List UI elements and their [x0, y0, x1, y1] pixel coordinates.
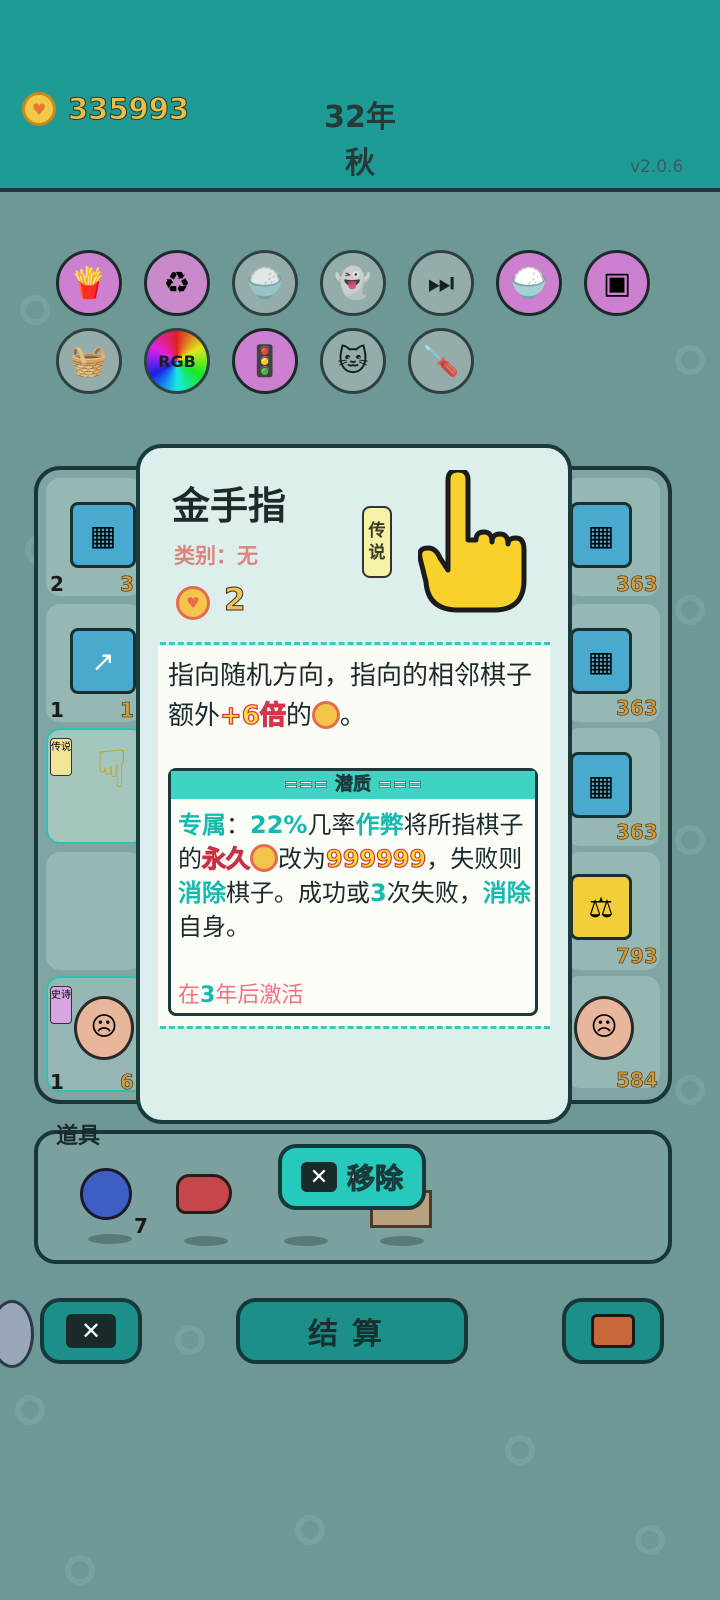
skip-icon[interactable]: ⏭	[408, 250, 474, 316]
old-man-icon[interactable]: ☹	[574, 996, 634, 1060]
percent-text: 22%	[250, 811, 308, 839]
remove-button-label: 移除	[346, 1162, 403, 1196]
pointing-hand-icon	[418, 470, 527, 613]
multiplier-text: +6倍	[219, 700, 286, 731]
settle-button[interactable]: 结算	[236, 1298, 468, 1364]
liver-icon[interactable]	[176, 1174, 232, 1214]
stock-chart-icon[interactable]: ↗	[70, 628, 136, 694]
epic-tag: 史诗	[50, 986, 72, 1024]
text: 自身。	[178, 913, 250, 941]
text: ：	[226, 811, 250, 839]
cell-value: 793	[616, 944, 658, 969]
text: 棋子。成功或	[226, 879, 370, 907]
desc-text: 的	[285, 701, 312, 731]
season-label: 秋	[345, 146, 375, 181]
coin-icon	[250, 844, 278, 872]
cat-faces-icon[interactable]: 🐱	[320, 328, 386, 394]
remove-button[interactable]: ✕ 移除	[278, 1144, 426, 1210]
silver-bars-icon[interactable]: ▦	[570, 752, 632, 818]
item-coin-value: 2	[224, 582, 247, 619]
version-label: v2.0.6	[630, 157, 684, 177]
settle-button-label: 结算	[308, 1317, 396, 1352]
cell-value: 584	[616, 1068, 658, 1093]
silver-bars-icon[interactable]: ▦	[70, 502, 136, 568]
cell-value: 363	[616, 572, 658, 597]
briefcase-icon	[591, 1314, 635, 1348]
screwdriver-icon[interactable]: 🪛	[408, 328, 474, 394]
close-icon: ✕	[300, 1162, 337, 1192]
silver-bars-icon[interactable]: ▦	[570, 502, 632, 568]
remove-text: 消除	[482, 879, 531, 907]
exclusive-label: 专属	[178, 811, 226, 839]
years-number: 3	[200, 983, 216, 1008]
board-cell-empty[interactable]	[46, 852, 142, 970]
activation-text: 在3年后激活	[178, 977, 303, 1009]
shadow	[184, 1236, 228, 1246]
rgb-icon[interactable]: RGB	[144, 328, 210, 394]
year-label: 32年	[324, 100, 396, 135]
fries-icon[interactable]: 🍟	[56, 250, 122, 316]
cell-value: 1	[120, 698, 135, 723]
text: 改为	[278, 845, 326, 873]
divider	[160, 642, 550, 645]
count-text: 3	[370, 879, 387, 907]
text: ，失败则	[426, 845, 523, 873]
item-category: 类别：无	[174, 544, 258, 568]
divider	[160, 1026, 550, 1029]
old-man-icon[interactable]: ☹	[74, 996, 134, 1060]
shadow	[380, 1236, 424, 1246]
item-description: 指向随机方向，指向的相邻棋子额外+6倍的。	[168, 656, 540, 736]
cell-value: 6	[120, 1070, 135, 1095]
rarity-badge: 传 说	[362, 506, 392, 578]
text: 几率	[307, 811, 356, 839]
cell-value: 363	[616, 820, 658, 845]
frame-icon[interactable]: ▣	[584, 250, 650, 316]
number-text: 999999	[325, 844, 427, 873]
cancel-button[interactable]: ✕	[40, 1298, 142, 1364]
permanent-text: 永久	[201, 844, 250, 873]
coin-icon: ♥	[176, 586, 210, 620]
potential-title: === 潜质 ===	[171, 771, 535, 799]
blueberry-count: 7	[134, 1214, 148, 1238]
blueberry-icon[interactable]	[80, 1168, 132, 1220]
props-label: 道具	[56, 1124, 101, 1149]
fruit-basket-icon[interactable]: 🧺	[56, 328, 122, 394]
rarity-char: 传	[368, 521, 386, 541]
rice-bowl-icon[interactable]: 🍚	[232, 250, 298, 316]
scales-icon[interactable]: ⚖	[570, 874, 632, 940]
traffic-light-icon[interactable]: 🚦	[232, 328, 298, 394]
recycle-icon[interactable]: ♻	[144, 250, 210, 316]
text: 在	[178, 983, 201, 1008]
cell-count: 2	[50, 572, 64, 596]
cell-value: 363	[616, 696, 658, 721]
rarity-char: 说	[368, 543, 386, 563]
cell-count: 1	[50, 1070, 64, 1094]
golden-finger-icon[interactable]: ☟	[96, 740, 136, 810]
text: 次失败，	[386, 879, 483, 907]
silver-bars-icon[interactable]: ▦	[570, 628, 632, 694]
shadow	[88, 1234, 132, 1244]
coin-icon	[311, 701, 340, 729]
potential-text: 专属：22%几率作弊将所指棋子的永久 改为999999，失败则消除棋子。成功或3次…	[178, 808, 533, 944]
cell-count: 1	[50, 698, 64, 722]
inventory-button[interactable]	[562, 1298, 664, 1364]
coin-icon: ♥	[22, 92, 56, 126]
shadow	[284, 1236, 328, 1246]
rice-bowl-icon[interactable]: 🍚	[496, 250, 562, 316]
ghost-icon[interactable]: 👻	[320, 250, 386, 316]
legend-tag: 传说	[50, 738, 72, 776]
cheat-text: 作弊	[355, 811, 404, 839]
remove-text: 消除	[178, 879, 226, 907]
close-icon: ✕	[66, 1314, 116, 1348]
text: 年后激活	[215, 983, 304, 1008]
item-title: 金手指	[172, 484, 287, 528]
coin-count: 335993	[67, 92, 190, 127]
desc-text: 。	[339, 701, 366, 731]
cell-value: 3	[120, 572, 135, 597]
